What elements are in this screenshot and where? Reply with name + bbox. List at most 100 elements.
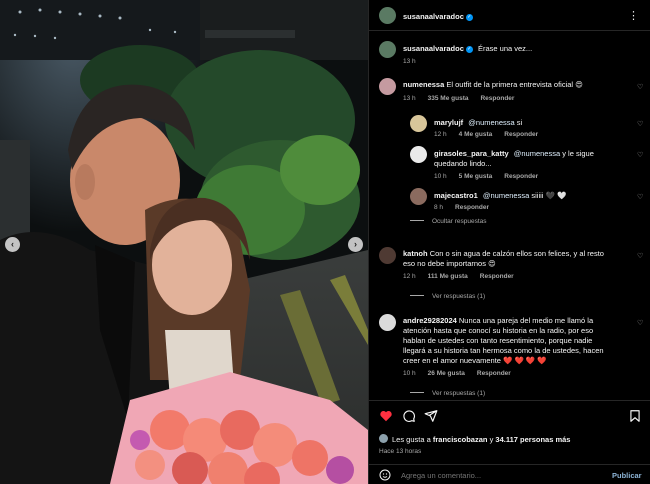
author-avatar[interactable]: [379, 7, 396, 24]
like-comment-heart-icon[interactable]: ♡: [637, 84, 644, 91]
likes-count[interactable]: 34.117 personas más: [495, 435, 570, 444]
like-comment-heart-icon[interactable]: ♡: [637, 121, 644, 128]
liker-username[interactable]: franciscobazan: [433, 435, 488, 444]
mention-link[interactable]: @numenessa: [514, 149, 560, 158]
comment-likes[interactable]: 111 Me gusta: [428, 273, 468, 280]
mention-link[interactable]: @numenessa: [483, 191, 529, 200]
reply-username[interactable]: girasoles_para_katty: [434, 149, 509, 158]
reply-button[interactable]: Responder: [504, 131, 538, 138]
post-header: susanaalvaradoc ✓ ⋮: [369, 0, 650, 31]
mention-link[interactable]: @numenessa: [468, 118, 514, 127]
comment-meta: 10 h 26 Me gusta Responder: [403, 370, 511, 377]
post-actions-bar: Les gusta a franciscobazan y 34.117 pers…: [369, 400, 650, 462]
hide-replies-button[interactable]: Ocultar respuestas: [410, 218, 487, 225]
reply-avatar[interactable]: [410, 146, 427, 163]
comment-text: Con o sin agua de calzón ellos son felic…: [429, 249, 604, 258]
author-name-row: susanaalvaradoc ✓: [403, 12, 473, 21]
reply-meta: 10 h 5 Me gusta Responder: [434, 173, 538, 180]
instagram-post-view: ‹ › susanaalvaradoc ✓ ⋮ susanaalvaradoc ✓ …: [0, 0, 650, 484]
caption-row: susanaalvaradoc ✓ Érase una vez...: [403, 44, 532, 53]
comment-time: 12 h: [403, 273, 416, 280]
reply-likes[interactable]: 4 Me gusta: [459, 131, 493, 138]
photo-illustration: [0, 0, 368, 484]
reply-text-continued: quedando lindo...: [434, 159, 492, 168]
comment-username[interactable]: andre29282024: [403, 316, 457, 325]
author-username[interactable]: susanaalvaradoc: [403, 12, 464, 21]
reply-meta: 12 h 4 Me gusta Responder: [434, 131, 538, 138]
reply-avatar[interactable]: [410, 115, 427, 132]
comment-meta: 12 h 111 Me gusta Responder: [403, 273, 514, 280]
bookmark-icon[interactable]: [628, 409, 642, 423]
comment-row: numenessa El outfit de la primera entrev…: [403, 80, 583, 89]
likes-prefix: Les gusta a: [392, 435, 431, 444]
comment-text-continued: eso no debe importarnos 😍: [403, 259, 496, 268]
post-time-ago: Hace 13 horas: [379, 448, 422, 455]
comment-text-continued: atención hasta que conocí su historia en…: [403, 326, 594, 335]
caption-username[interactable]: susanaalvaradoc: [403, 44, 464, 53]
verified-badge-icon: ✓: [465, 46, 473, 53]
reply-row: girasoles_para_katty @numenessa y le sig…: [434, 149, 594, 158]
hide-replies-label: Ocultar respuestas: [432, 218, 487, 225]
emoji-icon[interactable]: [379, 469, 391, 481]
caption-avatar[interactable]: [379, 41, 396, 58]
liker-avatar[interactable]: [379, 434, 388, 443]
comment-text: El outfit de la primera entrevista ofici…: [446, 80, 584, 89]
comment-time: 13 h: [403, 95, 416, 102]
reply-row: majecastro1 @numenessa siiiii 🖤 🤍: [434, 191, 566, 200]
reply-time: 8 h: [434, 204, 444, 211]
reply-row: marylujf @numenessa si: [434, 118, 522, 127]
reply-likes[interactable]: 5 Me gusta: [459, 173, 493, 180]
comment-username[interactable]: katnoh: [403, 249, 428, 258]
reply-button[interactable]: Responder: [480, 95, 514, 102]
comment-likes[interactable]: 26 Me gusta: [428, 370, 465, 377]
liked-heart-icon[interactable]: [379, 409, 393, 423]
post-side-panel: susanaalvaradoc ✓ ⋮ susanaalvaradoc ✓ Éras…: [368, 0, 650, 484]
more-horizontal-icon[interactable]: ⋮: [628, 9, 639, 22]
comment-text-continued: creer en el amor nuevamente ❤️ ❤️ ❤️ ❤️: [403, 356, 547, 365]
comment-likes[interactable]: 335 Me gusta: [428, 95, 469, 102]
view-replies-button[interactable]: Ver respuestas (1): [410, 293, 485, 300]
reply-meta: 8 h Responder: [434, 204, 489, 211]
next-photo-button[interactable]: ›: [348, 237, 363, 252]
reply-username[interactable]: majecastro1: [434, 191, 478, 200]
like-comment-heart-icon[interactable]: ♡: [637, 194, 644, 201]
reply-text: siiiii 🖤 🤍: [531, 191, 567, 200]
view-replies-label: Ver respuestas (1): [432, 293, 486, 300]
comment-username[interactable]: numenessa: [403, 80, 444, 89]
comment-icon[interactable]: [402, 409, 416, 423]
likes-connector: y: [489, 435, 494, 444]
post-photo[interactable]: ‹ ›: [0, 0, 368, 484]
caption-text: Érase una vez...: [477, 44, 533, 53]
comment-input[interactable]: [401, 468, 601, 482]
comment-row: andre29282024 Nunca una pareja del medio…: [403, 316, 593, 325]
reply-time: 10 h: [434, 173, 447, 180]
reply-button[interactable]: Responder: [477, 370, 511, 377]
reply-button[interactable]: Responder: [480, 273, 514, 280]
comment-avatar[interactable]: [379, 314, 396, 331]
likes-summary: Les gusta a franciscobazan y 34.117 pers…: [392, 435, 570, 444]
share-icon[interactable]: [424, 409, 438, 423]
caption-time: 13 h: [403, 58, 416, 65]
like-comment-heart-icon[interactable]: ♡: [637, 253, 644, 260]
verified-badge-icon: ✓: [465, 14, 473, 21]
comment-time: 10 h: [403, 370, 416, 377]
reply-avatar[interactable]: [410, 188, 427, 205]
previous-photo-button[interactable]: ‹: [5, 237, 20, 252]
comment-text-continued: hablan de ustedes con tanto resentimient…: [403, 336, 593, 345]
comment-avatar[interactable]: [379, 78, 396, 95]
reply-username[interactable]: marylujf: [434, 118, 463, 127]
comment-row: katnoh Con o sin agua de calzón ellos so…: [403, 249, 604, 258]
comment-meta: 13 h 335 Me gusta Responder: [403, 95, 514, 102]
reply-button[interactable]: Responder: [504, 173, 538, 180]
comment-text: Nunca una pareja del medio me llamó la: [458, 316, 594, 325]
reply-text: y le sigue: [562, 149, 594, 158]
reply-button[interactable]: Responder: [455, 204, 489, 211]
reply-text: si: [516, 118, 523, 127]
comment-avatar[interactable]: [379, 247, 396, 264]
view-replies-button[interactable]: Ver respuestas (1): [410, 390, 485, 397]
comment-composer: Publicar: [369, 464, 650, 484]
view-replies-label: Ver respuestas (1): [432, 390, 486, 397]
like-comment-heart-icon[interactable]: ♡: [637, 152, 644, 159]
publish-button[interactable]: Publicar: [612, 471, 642, 480]
like-comment-heart-icon[interactable]: ♡: [637, 320, 644, 327]
